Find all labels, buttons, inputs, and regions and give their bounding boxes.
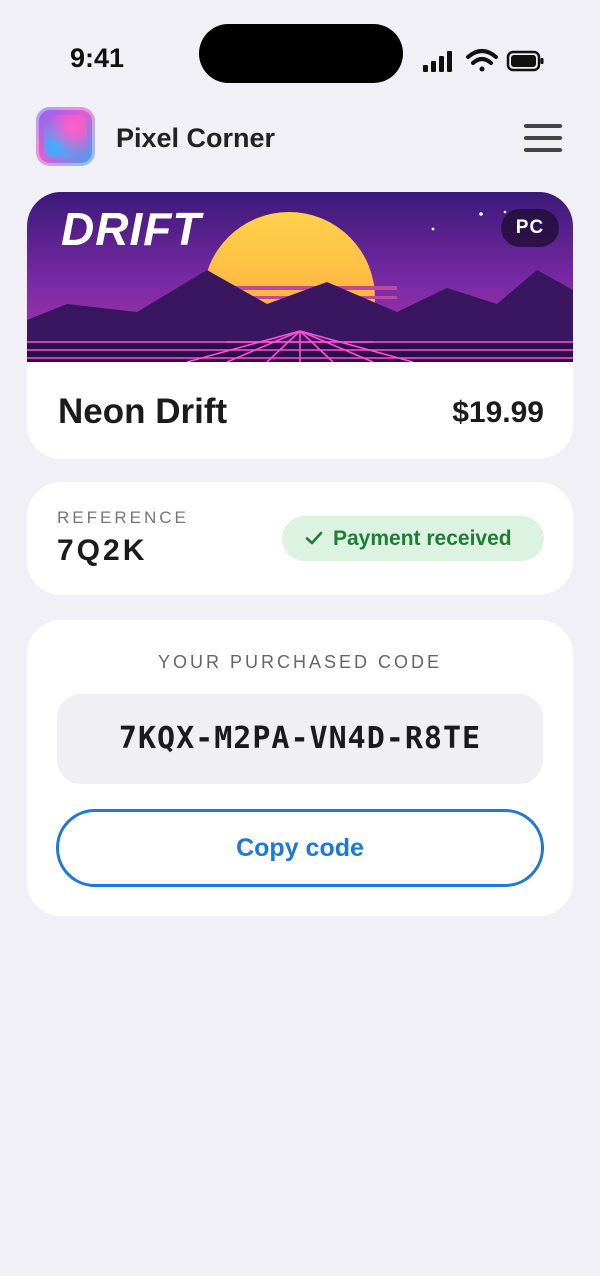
reference-label: REFERENCE xyxy=(57,508,189,527)
checkmark-icon xyxy=(305,531,323,545)
product-price: $19.99 xyxy=(452,396,544,429)
order-reference-card: REFERENCE 7Q2K Payment received xyxy=(27,482,573,595)
app-header: Pixel Corner xyxy=(0,100,600,180)
product-name: Neon Drift xyxy=(58,392,228,431)
reference-value: 7Q2K xyxy=(57,534,148,567)
status-icons xyxy=(423,49,544,72)
payment-status-badge: Payment received xyxy=(282,516,544,561)
product-card: DRIFT PC Neon Drift $19.99 xyxy=(27,192,573,459)
wifi-icon xyxy=(466,49,498,72)
payment-status-text: Payment received xyxy=(333,527,512,550)
signal-icon xyxy=(423,51,452,72)
hamburger-menu-icon[interactable] xyxy=(522,122,564,154)
code-label: YOUR PURCHASED CODE xyxy=(157,652,443,672)
status-time: 9:41 xyxy=(70,43,125,73)
product-banner: DRIFT PC xyxy=(27,192,573,362)
copy-code-button[interactable]: Copy code xyxy=(56,809,544,887)
battery-icon xyxy=(506,50,544,72)
purchased-code-card: YOUR PURCHASED CODE 7KQX-M2PA-VN4D-R8TE … xyxy=(27,620,573,916)
dynamic-island xyxy=(199,24,403,83)
banner-title: DRIFT xyxy=(61,203,202,255)
app-logo-icon xyxy=(36,107,95,166)
status-bar: 9:41 xyxy=(0,0,600,100)
app-name: Pixel Corner xyxy=(116,123,276,153)
platform-badge: PC xyxy=(501,209,559,247)
purchased-code[interactable]: 7KQX-M2PA-VN4D-R8TE xyxy=(57,694,543,784)
